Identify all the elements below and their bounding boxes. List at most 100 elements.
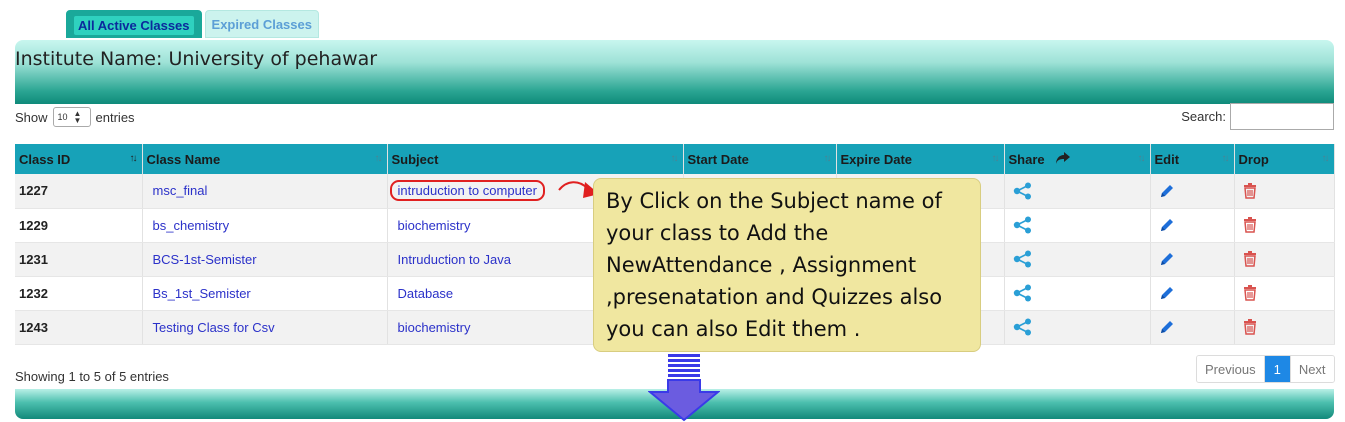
class-id-cell: 1243 xyxy=(15,310,143,345)
column-header-class-id[interactable]: Class ID ↑↓ xyxy=(15,144,143,174)
entries-label: entries xyxy=(95,109,135,125)
column-header-label: Expire Date xyxy=(840,151,913,167)
table-info: Showing 1 to 5 of 5 entries xyxy=(15,369,169,384)
edit-cell xyxy=(1150,242,1235,277)
edit-cell xyxy=(1150,208,1235,243)
share-cell xyxy=(1004,310,1151,345)
subject-hint-callout: By Click on the Subject name of your cla… xyxy=(593,178,981,352)
tab-all-active-classes-label: All Active Classes xyxy=(74,15,194,35)
share-cell xyxy=(1004,174,1151,209)
edit-icon[interactable] xyxy=(1159,183,1230,199)
class-id-cell: 1231 xyxy=(15,242,143,277)
sort-icon: ↑↓ xyxy=(991,153,1000,164)
pagination: Previous 1 Next xyxy=(1196,355,1335,383)
column-header-label: Class Name xyxy=(146,151,221,167)
entries-length-control: Show 10 ▲ ▼ entries xyxy=(15,107,135,127)
sort-icon: ↑↓ xyxy=(1221,153,1230,164)
class-name-link[interactable]: Testing Class for Csv xyxy=(147,320,275,335)
share-icon[interactable] xyxy=(1013,182,1146,200)
class-name-cell: Bs_1st_Semister xyxy=(142,276,388,311)
sort-icon: ↑↓ xyxy=(1137,153,1146,164)
trash-icon[interactable] xyxy=(1243,182,1330,199)
tab-all-active-classes[interactable]: All Active Classes xyxy=(66,10,202,38)
trash-icon[interactable] xyxy=(1243,217,1330,233)
column-header-share[interactable]: Share ↑↓ xyxy=(1004,144,1151,174)
previous-page-button[interactable]: Previous xyxy=(1197,356,1265,382)
column-header-label: Edit xyxy=(1154,151,1180,167)
class-id-cell: 1232 xyxy=(15,276,143,311)
class-name-link[interactable]: Bs_1st_Semister xyxy=(147,286,251,301)
institute-title: Institute Name: University of pehawar xyxy=(15,48,378,70)
class-id-cell: 1229 xyxy=(15,208,143,243)
drop-cell xyxy=(1234,276,1335,311)
callout-text: By Click on the Subject name of your cla… xyxy=(606,189,943,341)
column-header-label: Drop xyxy=(1238,151,1269,167)
class-name-cell: bs_chemistry xyxy=(142,208,388,243)
edit-icon[interactable] xyxy=(1159,285,1230,301)
column-header-subject[interactable]: Subject ↑↓ xyxy=(387,144,684,174)
sort-icon: ↑↓ xyxy=(670,153,679,164)
share-cell xyxy=(1004,242,1151,277)
entries-select-value: 10 xyxy=(57,112,68,122)
column-header-label: Class ID xyxy=(19,151,71,167)
edit-icon[interactable] xyxy=(1159,217,1230,233)
column-header-expire-date[interactable]: Expire Date ↑↓ xyxy=(836,144,1005,174)
column-header-label: Share xyxy=(1008,151,1045,167)
select-arrows-icon: ▲ ▼ xyxy=(73,109,82,125)
trash-icon[interactable] xyxy=(1243,251,1330,267)
drop-cell xyxy=(1234,310,1335,345)
drop-cell xyxy=(1234,242,1335,277)
panel-header: Institute Name: University of pehawar xyxy=(15,40,1334,104)
drop-cell xyxy=(1234,174,1335,209)
subject-link[interactable]: Intruduction to Java xyxy=(392,252,511,267)
share-icon[interactable] xyxy=(1013,318,1146,336)
class-tabs: All Active Classes Expired Classes xyxy=(66,10,319,38)
column-header-edit[interactable]: Edit ↑↓ xyxy=(1150,144,1235,174)
trash-icon[interactable] xyxy=(1243,319,1330,335)
trash-icon[interactable] xyxy=(1243,285,1330,301)
down-arrow-icon xyxy=(647,354,721,422)
share-icon[interactable] xyxy=(1013,216,1146,234)
class-name-cell: BCS-1st-Semister xyxy=(142,242,388,277)
class-name-link[interactable]: msc_final xyxy=(147,183,208,198)
table-header-row: Class ID ↑↓ Class Name ↑↓ Subject ↑↓ Start … xyxy=(15,144,1335,174)
subject-link[interactable]: intruduction to computer xyxy=(389,180,545,202)
search-label: Search: xyxy=(1181,109,1226,124)
subject-link[interactable]: biochemistry xyxy=(392,218,471,233)
class-name-link[interactable]: bs_chemistry xyxy=(147,218,230,233)
edit-icon[interactable] xyxy=(1159,319,1230,335)
share-icon[interactable] xyxy=(1013,250,1146,268)
page-1-button[interactable]: 1 xyxy=(1264,356,1291,382)
column-header-class-name[interactable]: Class Name ↑↓ xyxy=(142,144,388,174)
search-input[interactable] xyxy=(1230,103,1334,130)
class-id-cell: 1227 xyxy=(15,174,143,209)
column-header-label: Start Date xyxy=(687,151,749,167)
next-page-button[interactable]: Next xyxy=(1290,356,1334,382)
share-cell xyxy=(1004,208,1151,243)
edit-icon[interactable] xyxy=(1159,251,1230,267)
tab-expired-classes-label: Expired Classes xyxy=(211,16,312,32)
share-arrow-icon xyxy=(1055,151,1071,168)
subject-link[interactable]: Database xyxy=(392,286,454,301)
class-name-cell: Testing Class for Csv xyxy=(142,310,388,345)
entries-select[interactable]: 10 ▲ ▼ xyxy=(52,107,91,127)
edit-cell xyxy=(1150,310,1235,345)
subject-link[interactable]: biochemistry xyxy=(392,320,471,335)
sort-icon: ↑↓ xyxy=(1321,153,1330,164)
edit-cell xyxy=(1150,174,1235,209)
tab-expired-classes[interactable]: Expired Classes xyxy=(204,10,319,38)
class-name-cell: msc_final xyxy=(142,174,388,209)
column-header-drop[interactable]: Drop ↑↓ xyxy=(1234,144,1335,174)
share-icon[interactable] xyxy=(1013,284,1146,302)
sort-icon: ↑↓ xyxy=(823,153,832,164)
column-header-label: Subject xyxy=(391,151,439,167)
class-name-link[interactable]: BCS-1st-Semister xyxy=(147,252,257,267)
edit-cell xyxy=(1150,276,1235,311)
column-header-start-date[interactable]: Start Date ↑↓ xyxy=(683,144,837,174)
show-label: Show xyxy=(15,109,48,125)
drop-cell xyxy=(1234,208,1335,243)
sort-icon: ↑↓ xyxy=(129,153,138,164)
sort-icon: ↑↓ xyxy=(374,153,383,164)
share-cell xyxy=(1004,276,1151,311)
search-control: Search: xyxy=(1181,103,1334,130)
